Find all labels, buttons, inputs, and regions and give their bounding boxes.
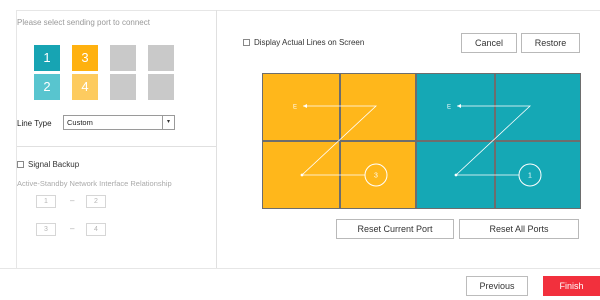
reset-all-ports-button[interactable]: Reset All Ports (459, 219, 579, 239)
display-lines-label: Display Actual Lines on Screen (254, 38, 365, 47)
wiring-canvas[interactable]: E E 3 1 (262, 73, 581, 209)
line-type-value: Custom (67, 118, 93, 127)
port-empty (110, 45, 136, 71)
arrow-left-icon (303, 104, 307, 108)
line-type-label: Line Type (17, 119, 52, 128)
endpoint-dot (300, 173, 304, 177)
port-empty (148, 74, 174, 100)
pair-2-right-field: 4 (86, 223, 106, 236)
right-group-end-label: E (447, 105, 451, 111)
asni-label: Active-Standby Network Interface Relatio… (17, 179, 172, 188)
pair-1-right-field: 2 (86, 195, 106, 208)
port-empty (110, 74, 136, 100)
restore-button[interactable]: Restore (521, 33, 580, 53)
wiring-line-left (300, 105, 378, 176)
line-type-select[interactable]: Custom ▾ (63, 115, 175, 130)
port-2[interactable]: 2 (34, 74, 60, 100)
display-lines-checkbox[interactable] (243, 39, 250, 46)
port-hint: Please select sending port to connect (17, 18, 150, 27)
signal-backup-checkbox[interactable] (17, 161, 24, 168)
footer-divider (0, 268, 600, 269)
wiring-overlay: E E 3 1 (293, 104, 542, 187)
finish-button[interactable]: Finish (543, 276, 600, 296)
port-3[interactable]: 3 (72, 45, 98, 71)
previous-button[interactable]: Previous (466, 276, 528, 296)
port-4[interactable]: 4 (72, 74, 98, 100)
left-group-start-label: 3 (374, 173, 378, 180)
right-group-start-label: 1 (528, 173, 532, 180)
wiring-line-right (454, 105, 532, 176)
pair-2-left-field: 3 (36, 223, 56, 236)
chevron-down-icon[interactable]: ▾ (162, 116, 174, 129)
arrow-left-icon (457, 104, 461, 108)
cancel-button[interactable]: Cancel (461, 33, 517, 53)
port-1[interactable]: 1 (34, 45, 60, 71)
pair-1-left-field: 1 (36, 195, 56, 208)
display-lines-option[interactable]: Display Actual Lines on Screen (243, 38, 364, 47)
pair-2-dash: – (70, 224, 75, 233)
reset-current-port-button[interactable]: Reset Current Port (336, 219, 454, 239)
pair-1-dash: – (70, 196, 75, 205)
signal-backup-option[interactable]: Signal Backup (17, 160, 79, 169)
port-empty (148, 45, 174, 71)
left-group-end-label: E (293, 105, 297, 111)
endpoint-dot (454, 173, 458, 177)
signal-backup-label: Signal Backup (28, 160, 80, 169)
